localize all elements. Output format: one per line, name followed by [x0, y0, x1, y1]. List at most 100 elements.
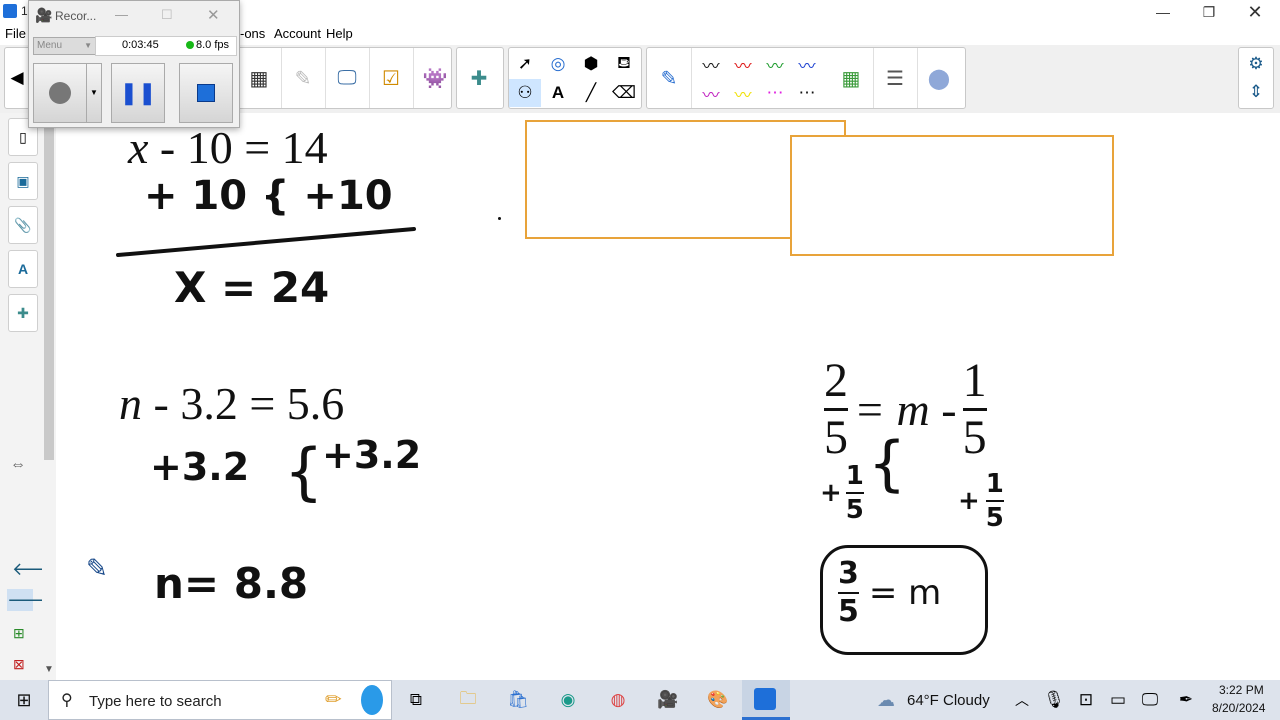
edge-browser-icon[interactable]: ◉ [554, 686, 582, 714]
pen-black-dashed-icon[interactable]: ⋯ [791, 79, 823, 107]
settings-gear-icon[interactable]: ⚙ [1240, 50, 1272, 78]
menu-account[interactable]: Account [274, 26, 321, 41]
recorder-close-icon[interactable]: ✕ [207, 6, 220, 24]
delete-page-icon[interactable]: ⊠ [13, 656, 25, 673]
resize-panel-icon[interactable]: ⇔ [10, 456, 26, 474]
taskbar: ⊞ ⚲ Type here to search ✏ ⧉ 🗀 🛍 ◉ ◍ 🎥 🎨 … [0, 680, 1280, 720]
line-style-icon[interactable]: ☰ [873, 48, 918, 108]
shapes-icon[interactable]: ◎ [542, 50, 574, 78]
microphone-icon[interactable]: 🎙 [1040, 686, 1068, 714]
recorder-fps: 8.0 fps [196, 39, 230, 51]
pen-magenta-icon[interactable]: 〰 [695, 79, 727, 107]
pen-green-icon[interactable]: 〰 [759, 50, 791, 78]
paint-app-icon[interactable]: 🎨 [704, 686, 732, 714]
ink-dot [498, 217, 501, 220]
screen-shade-icon[interactable]: ✎ [281, 48, 326, 108]
close-icon[interactable]: ✕ [1232, 0, 1278, 24]
pen-tool-icon[interactable]: ✎ [647, 48, 692, 108]
text-tool-icon[interactable]: A [542, 79, 574, 107]
recorder-status-bar: 0:03:45 8.0 fps [95, 36, 237, 56]
empty-box-2[interactable] [790, 135, 1114, 256]
pen-red-icon[interactable]: 〰 [727, 50, 759, 78]
menu-file[interactable]: File [5, 26, 26, 41]
table-icon[interactable]: ▦ [237, 48, 282, 108]
pen-black-icon[interactable]: 〰 [695, 50, 727, 78]
minimize-icon[interactable]: — [1140, 0, 1186, 24]
fill-shape-icon[interactable]: ⬢ [575, 50, 607, 78]
record-button[interactable] [33, 63, 87, 123]
recorder-minimize-icon[interactable]: — [115, 7, 128, 22]
scroll-down-icon[interactable]: ▼ [44, 664, 54, 675]
equation-3-work-right-plus: + [958, 486, 980, 516]
next-page-icon[interactable]: 🡒 [7, 589, 55, 611]
pen-pink-dashed-icon[interactable]: ⋯ [759, 79, 791, 107]
equation-3-work-left-fraction: 1 5 [845, 461, 864, 523]
smart-notebook-taskbar-button[interactable] [742, 680, 790, 720]
restore-icon[interactable]: ❐ [1186, 0, 1232, 24]
equation-1-work: + 10 { +10 [144, 173, 393, 219]
record-icon [49, 82, 71, 104]
add-page-icon[interactable]: ⊞ [13, 625, 25, 642]
record-options-button[interactable]: ▼ [86, 63, 102, 123]
addons-puzzle-icon[interactable]: ✚ [457, 48, 501, 108]
clock-time[interactable]: 3:22 PM [1219, 683, 1264, 697]
equation-2-rest: - 3.2 = 5.6 [142, 378, 345, 429]
attachments-icon[interactable]: 📎 [8, 206, 38, 244]
chrome-browser-icon[interactable]: ◍ [604, 686, 632, 714]
addons-panel-icon[interactable]: ✚ [8, 294, 38, 332]
menu-help[interactable]: Help [326, 26, 353, 41]
recorder-taskbar-icon[interactable]: 🎥 [654, 686, 682, 714]
response-icon[interactable]: ☑ [369, 48, 414, 108]
equation-3-lhs-denominator: 5 [824, 411, 848, 464]
network-icon[interactable]: 🖵 [1136, 686, 1164, 714]
task-view-icon[interactable]: ⧉ [402, 686, 430, 714]
pause-button[interactable]: ❚❚ [111, 63, 165, 123]
eraser-icon[interactable]: ⌫ [608, 79, 640, 107]
recorder-maximize-icon[interactable]: ☐ [161, 7, 173, 23]
fill-bucket-icon[interactable]: ⛾ [608, 50, 640, 78]
pen-yellow-icon[interactable]: 〰 [727, 79, 759, 107]
equation-3-work-right-numerator: 1 [985, 469, 1004, 499]
scrollbar-thumb[interactable] [44, 125, 54, 460]
recorder-window: 🎥 Recor... — ☐ ✕ Menu ▼ 0:03:45 8.0 fps … [28, 0, 240, 128]
activity-icon[interactable]: 👾 [413, 48, 457, 108]
file-explorer-icon[interactable]: 🗀 [454, 686, 482, 714]
chevron-up-icon[interactable]: ︿ [1008, 686, 1036, 714]
pencil-cursor-icon: ✎ [86, 553, 108, 583]
battery-icon[interactable]: ▭ [1104, 686, 1132, 714]
clock-date[interactable]: 8/20/2024 [1212, 701, 1265, 715]
gallery-icon[interactable]: ▣ [8, 162, 38, 200]
select-pointer-icon[interactable]: ➚ [509, 50, 541, 78]
line-tool-icon[interactable]: ╱ [575, 79, 607, 107]
equation-3-rhs-fraction: 1 5 [962, 357, 987, 462]
whiteboard-canvas[interactable]: x - 10 = 14 + 10 { +10 X = 24 n - 3.2 = … [56, 113, 1280, 680]
equation-3-work-left-plus: + [820, 478, 842, 508]
capture-icon[interactable]: 🖵 [325, 48, 370, 108]
equation-1: x - 10 = 14 [128, 121, 328, 174]
properties-icon[interactable]: A [8, 250, 38, 288]
pen-ink-icon[interactable]: ✒ [1172, 686, 1200, 714]
menu-addons[interactable]: -ons [240, 26, 265, 41]
color-palette-icon[interactable]: ▦ [829, 48, 874, 108]
screen-capture-icon[interactable]: ⊡ [1072, 686, 1100, 714]
windows-start-icon[interactable]: ⊞ [10, 686, 38, 714]
effects-icon[interactable]: ⬤ [917, 48, 961, 108]
answer-numerator: 3 [838, 556, 859, 591]
toolbar-group-addons: ✚ [456, 47, 504, 109]
people-select-icon[interactable]: ⚇ [509, 79, 541, 107]
toolbar-position-icon[interactable]: ⇕ [1240, 78, 1272, 106]
recorder-menu-dropdown[interactable]: Menu ▼ [33, 37, 96, 55]
equation-3-work-left-numerator: 1 [845, 461, 864, 491]
smart-notebook-icon [754, 688, 776, 710]
toolbar-group-settings: ⚙ ⇕ [1238, 47, 1274, 109]
equation-1-rest: - 10 = 14 [148, 122, 328, 173]
taskbar-search-box[interactable]: ⚲ Type here to search ✏ [48, 680, 392, 720]
search-highlight-icon: ✏ [325, 689, 342, 711]
weather-text[interactable]: 64°F Cloudy [907, 692, 990, 709]
weather-cloud-icon: ☁ [877, 689, 895, 710]
pen-blue-icon[interactable]: 〰 [791, 50, 823, 78]
equation-3-brace: { [868, 429, 907, 499]
stop-button[interactable] [179, 63, 233, 123]
stop-icon [197, 84, 215, 102]
microsoft-store-icon[interactable]: 🛍 [504, 686, 532, 714]
